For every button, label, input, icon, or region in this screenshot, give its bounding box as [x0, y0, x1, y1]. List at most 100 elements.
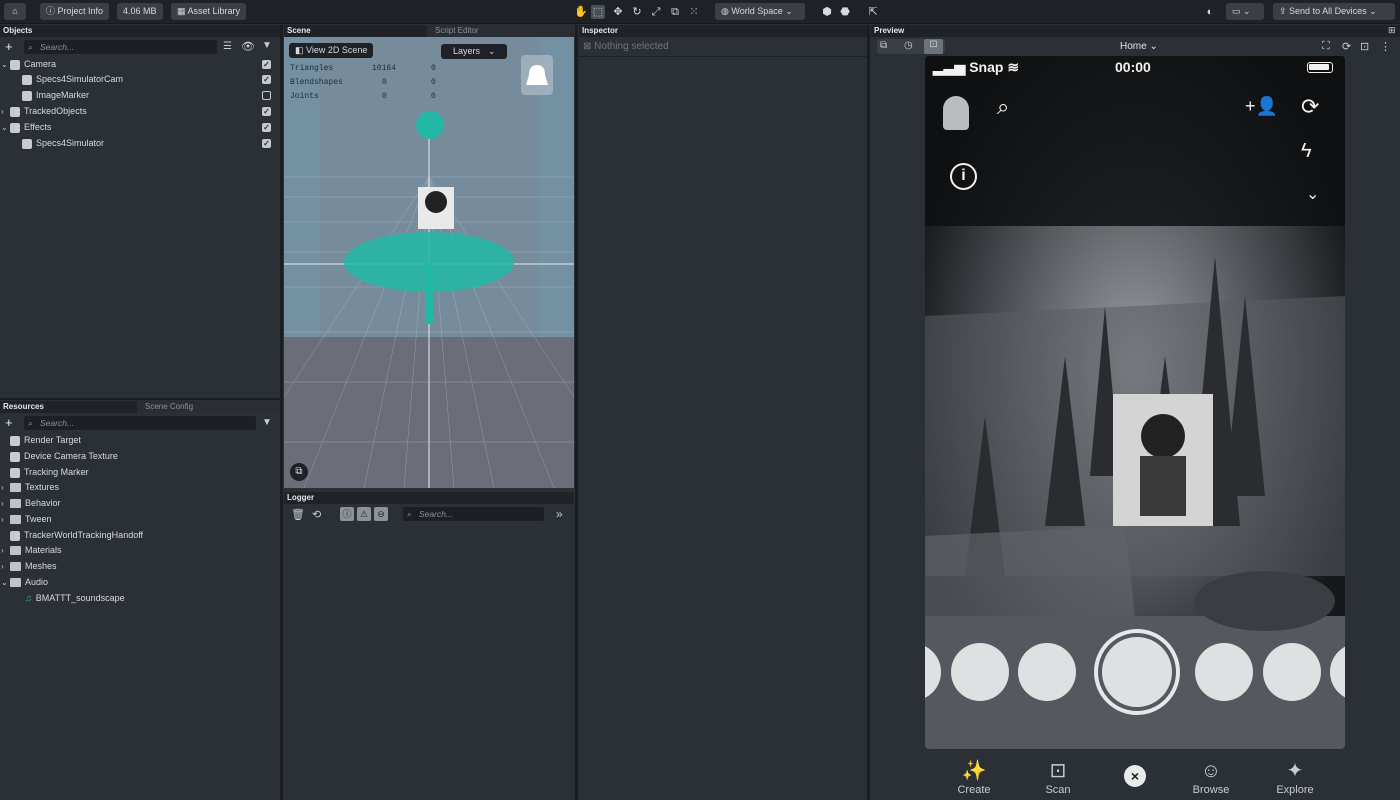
resource-item[interactable]: ♫ BMATTT_soundscape	[25, 591, 125, 606]
close-lens-button[interactable]: ×	[1124, 765, 1146, 787]
logger-search-input[interactable]: ⌕ Search...	[403, 507, 544, 521]
object-item-specs4simulatorcam[interactable]: Specs4SimulatorCam	[22, 72, 123, 87]
rotate-tool-icon[interactable]: ↻	[630, 5, 644, 19]
hand-tool-icon[interactable]: ✋	[574, 5, 588, 19]
object-item-trackedobjects[interactable]: TrackedObjects	[10, 104, 87, 119]
project-info-button[interactable]: ⓘ Project Info	[40, 3, 110, 20]
clear-on-run-icon[interactable]: ⟲	[312, 508, 321, 521]
pointer-icon[interactable]: ⇱	[866, 5, 880, 19]
lens-carousel-item[interactable]	[1018, 643, 1076, 701]
list-icon[interactable]: ☰	[223, 41, 232, 52]
collapse-arrow-icon[interactable]: ›	[1, 543, 4, 558]
nav-browse[interactable]: ☺ Browse	[1181, 758, 1241, 796]
expand-arrow-icon[interactable]: ⌄	[1, 575, 8, 590]
reset-icon[interactable]: ⊡	[1360, 40, 1369, 53]
collapse-arrow-icon[interactable]: ›	[1, 104, 4, 119]
chevron-down-icon[interactable]: ⌄	[1306, 184, 1319, 204]
nav-scan[interactable]: ⊡ Scan	[1028, 758, 1088, 796]
flash-off-icon[interactable]: ϟ	[1301, 140, 1312, 163]
divider	[579, 56, 867, 57]
expand-arrow-icon[interactable]: ⌄	[1, 57, 8, 72]
nav-explore[interactable]: ✦ Explore	[1265, 758, 1325, 796]
object-item-specs4simulator[interactable]: Specs4Simulator	[22, 136, 104, 151]
resource-item[interactable]: Render Target	[10, 433, 81, 448]
view-2d-scene-button[interactable]: ◧ View 2D Scene	[289, 43, 374, 58]
space-dropdown[interactable]: ◍ World Space ⌄	[715, 3, 805, 20]
scale-tool-icon[interactable]: ⤢	[649, 5, 663, 19]
select-tool-icon[interactable]: ⬚	[591, 5, 605, 19]
trash-icon[interactable]: 🗑	[291, 508, 305, 521]
pin-icon[interactable]: ⊞	[1388, 25, 1396, 36]
resource-item[interactable]: TrackerWorldTrackingHandoff	[10, 528, 143, 543]
objects-icon[interactable]: ⬢	[820, 5, 834, 19]
layers-dropdown[interactable]: Layers ⌄	[441, 44, 507, 59]
object-item-effects[interactable]: Effects	[10, 120, 51, 135]
error-filter-icon[interactable]: ⊖	[374, 507, 388, 521]
object-visibility-checkbox[interactable]: ✓	[262, 75, 271, 84]
device-dropdown[interactable]: ▭ ⌄	[1226, 3, 1264, 20]
nav-create[interactable]: ✨ Create	[944, 758, 1004, 796]
history-icon[interactable]: ◷	[904, 40, 913, 51]
resource-folder[interactable]: Materials	[10, 543, 62, 558]
resources-search-input[interactable]: ⌕ Search...	[24, 416, 256, 430]
object-visibility-checkbox[interactable]	[262, 91, 271, 100]
avatar-icon[interactable]	[943, 96, 969, 130]
more-icon[interactable]: ⋮	[1380, 40, 1391, 53]
resource-folder[interactable]: Meshes	[10, 559, 57, 574]
object-item-camera[interactable]: Camera	[10, 57, 56, 72]
collapse-arrow-icon[interactable]: ›	[1, 512, 4, 527]
search-icon[interactable]: ⌕	[997, 94, 1009, 120]
resource-folder[interactable]: Tween	[10, 512, 52, 527]
resource-item[interactable]: Tracking Marker	[10, 465, 89, 480]
collapse-arrow-icon[interactable]: ›	[1, 496, 4, 511]
collapse-arrow-icon[interactable]: ›	[1, 559, 4, 574]
resource-item[interactable]: Device Camera Texture	[10, 449, 118, 464]
home-button[interactable]: ⌂	[4, 3, 26, 20]
phone-preview[interactable]: ▂▃▅ Snap ≋ 00:00 ⌕ +👤 ⟳ ϟ ⌄ i	[925, 56, 1345, 749]
tab-scene-config[interactable]: Scene Config	[137, 401, 280, 413]
asset-library-button[interactable]: ▦ Asset Library	[171, 3, 247, 20]
eye-icon[interactable]: 👁	[241, 40, 255, 53]
add-object-icon[interactable]: +	[5, 39, 13, 54]
filter-icon[interactable]: ▼	[262, 40, 272, 51]
snap-tool-icon[interactable]: ⁙	[687, 5, 701, 19]
lens-carousel-item[interactable]	[951, 643, 1009, 701]
resource-folder[interactable]: Audio	[10, 575, 48, 590]
add-friend-icon[interactable]: +👤	[1245, 96, 1278, 117]
expand-logger-icon[interactable]: »	[556, 507, 563, 521]
capture-button[interactable]	[1094, 629, 1180, 715]
info-filter-icon[interactable]: ⓘ	[340, 507, 354, 521]
warning-filter-icon[interactable]: ⚠	[357, 507, 371, 521]
filter-icon[interactable]: ▼	[262, 417, 272, 428]
collapse-arrow-icon[interactable]: ›	[1, 480, 4, 495]
tab-scene[interactable]: Scene	[284, 25, 427, 37]
tab-script-editor[interactable]: Script Editor	[427, 25, 574, 37]
expand-arrow-icon[interactable]: ⌄	[1, 120, 8, 135]
flip-camera-icon[interactable]: ⟳	[1301, 94, 1319, 120]
preview-mode-dropdown[interactable]: Home ⌄	[1120, 41, 1158, 52]
resources-panel-title[interactable]: Resources	[0, 401, 137, 413]
add-resource-icon[interactable]: +	[5, 415, 13, 430]
objects-search-input[interactable]: ⌕ Search...	[24, 40, 217, 54]
lens-carousel-item[interactable]	[1195, 643, 1253, 701]
camera-gizmo-icon[interactable]: ⧉	[290, 463, 308, 481]
object-visibility-checkbox[interactable]: ✓	[262, 139, 271, 148]
restart-icon[interactable]: ⟳	[1342, 40, 1351, 53]
lens-carousel-item[interactable]	[1263, 643, 1321, 701]
rect-tool-icon[interactable]: ⧉	[668, 5, 682, 19]
fullscreen-icon[interactable]: ⛶	[1322, 40, 1330, 53]
info-icon[interactable]: i	[950, 163, 977, 190]
send-to-devices-button[interactable]: ⇪ Send to All Devices ⌄	[1273, 3, 1395, 20]
object-item-imagemarker[interactable]: ImageMarker	[22, 88, 89, 103]
resource-label: Behavior	[25, 498, 61, 508]
interactive-preview-icon[interactable]: ⊡	[924, 39, 943, 54]
resource-folder[interactable]: Behavior	[10, 496, 61, 511]
components-icon[interactable]: ⬣	[838, 5, 852, 19]
object-visibility-checkbox[interactable]: ✓	[262, 60, 271, 69]
move-tool-icon[interactable]: ✥	[611, 5, 625, 19]
object-visibility-checkbox[interactable]: ✓	[262, 123, 271, 132]
object-visibility-checkbox[interactable]: ✓	[262, 107, 271, 116]
device-frame-icon[interactable]: ⧉	[880, 40, 887, 51]
resource-folder[interactable]: Textures	[10, 480, 59, 495]
dark-mode-icon[interactable]: ◐	[1203, 5, 1217, 19]
